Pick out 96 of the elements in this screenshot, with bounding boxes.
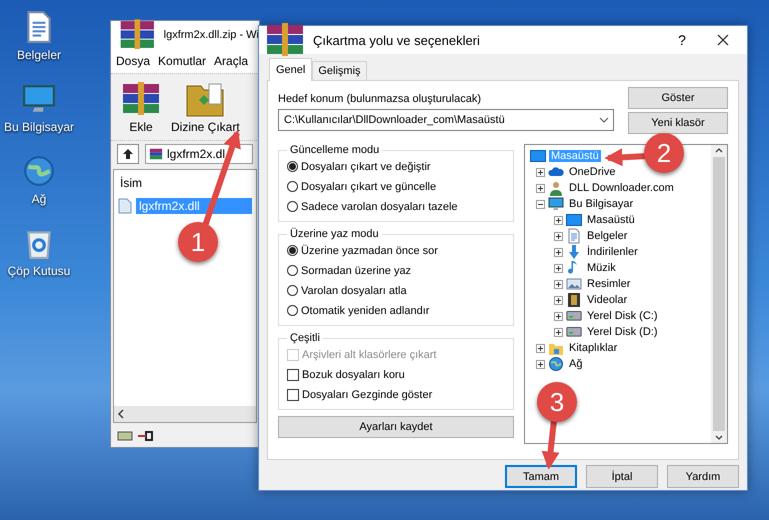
annotation-arrow [542, 420, 560, 470]
books-icon [149, 147, 163, 161]
field-label: Hedef konum (bulunmazsa oluşturulacak) [278, 93, 482, 105]
option-label: Dosyaları çıkart ve değiştir [301, 160, 431, 172]
globe-icon [22, 154, 56, 188]
folder-tree-item[interactable]: OneDrive [567, 166, 618, 178]
menu-item[interactable]: Araçla [213, 53, 250, 69]
folder-tree-item[interactable]: Ağ [567, 358, 584, 370]
dialog-title: Çıkartma yolu ve seçenekleri [313, 32, 481, 48]
menu-item[interactable]: Dosya [115, 53, 152, 69]
radio-button[interactable] [287, 245, 298, 256]
folder-tree-item[interactable]: Resimler [585, 278, 632, 290]
expand-icon[interactable] [554, 232, 563, 240]
menu-item[interactable]: Komutlar [157, 53, 208, 69]
monitor-icon [530, 148, 546, 164]
expand-icon[interactable] [554, 312, 563, 320]
radio-button[interactable] [287, 201, 298, 212]
option-label: Sormadan üzerine yaz [301, 264, 412, 276]
up-folder-button[interactable] [117, 144, 139, 164]
expand-icon[interactable] [536, 184, 545, 192]
folder-tree-item[interactable]: Kitaplıklar [567, 342, 620, 354]
user-icon [548, 180, 564, 196]
expand-icon[interactable] [554, 280, 563, 288]
expand-icon[interactable] [536, 360, 545, 368]
drive-icon [117, 430, 133, 442]
folder-tree-item[interactable]: Masaüstü [585, 214, 637, 226]
checkbox[interactable] [287, 388, 299, 400]
option-label: Sadece varolan dosyaları tazele [301, 200, 458, 212]
radio-button[interactable] [287, 265, 298, 276]
tab[interactable]: Genel [269, 58, 312, 81]
expand-icon[interactable] [554, 296, 563, 304]
radio-button[interactable] [287, 285, 298, 296]
folder-tree-item[interactable]: Belgeler [585, 230, 630, 242]
up-arrow-icon [122, 148, 134, 160]
desktop-icon-label[interactable]: Ağ [32, 192, 46, 206]
destination-combo-box[interactable]: C:\Kullanıcılar\DllDownloader_com\Masaüstü [278, 109, 614, 131]
option-label: Üzerine yazmadan önce sor [301, 244, 438, 256]
dialog-button[interactable]: Göster [628, 87, 728, 109]
file-icon [118, 198, 132, 214]
folder-tree-item[interactable]: Yerel Disk (D:) [585, 326, 660, 338]
option-label: Bozuk dosyaları koru [302, 368, 405, 380]
checkbox[interactable] [287, 368, 299, 380]
save-settings-button[interactable]: Ayarları kaydet [278, 416, 514, 438]
option-label: Dosyaları Gezginde göster [302, 388, 432, 400]
horizontal-scrollbar[interactable] [114, 406, 256, 422]
dialog-button[interactable]: Yardım [667, 465, 739, 488]
desktop-icon-label[interactable]: Bu Bilgisayar [4, 120, 74, 134]
key-icon [137, 431, 153, 441]
option-label: Varolan dosyaları atla [301, 284, 407, 296]
dialog-button[interactable]: İptal [586, 465, 658, 488]
left-chevron-icon[interactable] [117, 409, 125, 419]
expand-icon[interactable] [554, 264, 563, 272]
globe-icon [548, 356, 564, 372]
expand-icon[interactable] [536, 168, 545, 176]
option-label: Otomatik yeniden adlandır [301, 304, 430, 316]
expand-icon[interactable] [554, 216, 563, 224]
radio-button[interactable] [287, 181, 298, 192]
document-icon [566, 228, 582, 244]
down-arrow-icon [566, 244, 582, 260]
radio-button[interactable] [287, 305, 298, 316]
folder-tree-item[interactable]: Bu Bilgisayar [567, 198, 636, 210]
radio-button[interactable] [287, 161, 298, 172]
folder-tree-item[interactable]: İndirilenler [585, 246, 640, 258]
folder-tree-item[interactable]: Müzik [585, 262, 618, 274]
folder-tree-item[interactable]: Yerel Disk (C:) [585, 310, 660, 322]
group-title: Çeşitli [289, 332, 321, 344]
expand-icon[interactable] [554, 248, 563, 256]
expand-icon[interactable] [536, 344, 545, 352]
column-header[interactable]: İsim [114, 170, 256, 196]
option-label: Arşivleri alt klasörlere çıkart [302, 348, 436, 360]
dialog-button[interactable]: Tamam [505, 465, 577, 488]
window-title: lgxfrm2x.dll.zip - Wi [164, 29, 259, 41]
film-icon [566, 292, 582, 308]
group-title: Üzerine yaz modu [289, 228, 380, 240]
expand-icon[interactable] [554, 328, 563, 336]
tab[interactable]: Gelişmiş [312, 61, 367, 80]
desktop-icon-label[interactable]: Çöp Kutusu [8, 264, 70, 278]
folder-tree-item[interactable]: Videolar [585, 294, 630, 306]
group-title: Güncelleme modu [289, 144, 380, 156]
help-button[interactable]: ? [667, 32, 697, 48]
toolbar-button[interactable]: Dizine Çıkart [169, 78, 242, 136]
drive-icon [566, 327, 582, 337]
vertical-scrollbar[interactable] [711, 145, 727, 443]
dropdown-chevron-icon [599, 117, 609, 123]
close-icon [717, 34, 729, 46]
address-field[interactable]: lgxfrm2x.dl [145, 144, 253, 164]
desktop-icon-label[interactable]: Belgeler [16, 48, 62, 62]
picture-icon [566, 276, 582, 292]
toolbar-button[interactable]: Ekle [117, 78, 165, 136]
monitor-icon [566, 212, 582, 228]
option-label: Dosyaları çıkart ve güncelle [301, 180, 436, 192]
computer-icon [548, 196, 564, 212]
dialog-button[interactable]: Yeni klasör [628, 112, 728, 134]
drive-icon [566, 311, 582, 321]
collapse-icon[interactable] [536, 200, 545, 208]
folder-tree-item[interactable]: DLL Downloader.com [567, 182, 676, 194]
